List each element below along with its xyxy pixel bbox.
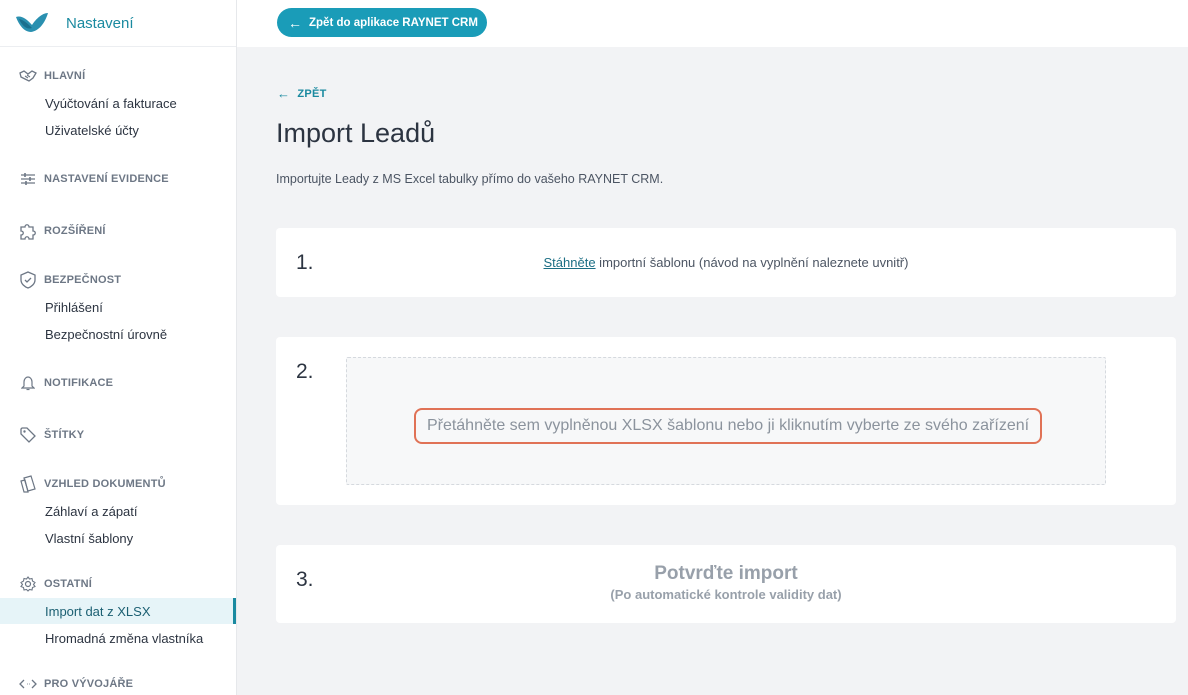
step1-description: importní šablonu (návod na vyplnění nale… [595,255,909,270]
handshake-icon [19,67,37,85]
section-label: NOTIFIKACE [44,377,114,389]
section-label: NASTAVENÍ EVIDENCE [44,173,169,185]
page-description: Importujte Leady z MS Excel tabulky přím… [276,172,664,186]
section-ostatni[interactable]: OSTATNÍ [0,573,92,595]
back-to-app-button[interactable]: ← Zpět do aplikace RAYNET CRM [277,8,487,37]
sidebar-item-import-xlsx[interactable]: Import dat z XLSX [0,598,236,624]
sidebar-item-security-levels[interactable]: Bezpečnostní úrovně [0,321,236,347]
sidebar-item-login[interactable]: Přihlášení [0,294,236,320]
section-notifikace[interactable]: NOTIFIKACE [0,372,113,394]
sliders-icon [19,170,37,188]
section-label: OSTATNÍ [44,578,93,590]
sidebar-item-header-footer[interactable]: Záhlaví a zápatí [0,498,236,524]
section-label: PRO VÝVOJÁŘE [44,678,134,690]
sidebar-title: Nastavení [66,14,134,32]
section-bezpecnost[interactable]: BEZPEČNOST [0,269,121,291]
bell-icon [19,374,37,392]
code-icon [19,675,37,693]
file-dropzone[interactable]: Přetáhněte sem vyplněnou XLSX šablonu ne… [346,357,1106,485]
sidebar-header: Nastavení [0,0,236,47]
sidebar-item-owner-change[interactable]: Hromadná změna vlastníka [0,625,236,651]
confirm-import-button[interactable]: Potvrďte import [276,563,1176,585]
step3-card: 3. Potvrďte import (Po automatické kontr… [276,545,1176,623]
dropzone-text[interactable]: Přetáhněte sem vyplněnou XLSX šablonu ne… [414,408,1042,444]
download-template-link[interactable]: Stáhněte [544,255,596,270]
back-link-label: ZPĚT [297,87,327,100]
section-label: ŠTÍTKY [44,429,85,441]
sidebar-item-billing[interactable]: Vyúčtování a fakturace [0,90,236,116]
section-label: ROZŠÍŘENÍ [44,225,106,237]
step1-card: 1. Stáhněte importní šablonu (návod na v… [276,228,1176,297]
sidebar: Nastavení HLAVNÍ Vyúčtování a fakturace … [0,0,237,695]
puzzle-icon [19,222,37,240]
raynet-logo-icon[interactable] [15,11,49,35]
section-hlavni[interactable]: HLAVNÍ [0,65,85,87]
back-link[interactable]: ← ZPĚT [277,86,327,101]
section-vzhled[interactable]: VZHLED DOKUMENTŮ [0,473,166,495]
step1-text: Stáhněte importní šablonu (návod na vypl… [276,255,1176,270]
section-evidence[interactable]: NASTAVENÍ EVIDENCE [0,168,169,190]
tag-icon [19,426,37,444]
page-title: Import Leadů [276,118,436,148]
step2-card: 2. Přetáhněte sem vyplněnou XLSX šablonu… [276,337,1176,505]
arrow-left-icon: ← [277,86,291,101]
back-to-app-label: Zpět do aplikace RAYNET CRM [309,16,478,29]
section-label: HLAVNÍ [44,70,86,82]
sidebar-item-templates[interactable]: Vlastní šablony [0,525,236,551]
sidebar-item-users[interactable]: Uživatelské účty [0,117,236,143]
section-label: BEZPEČNOST [44,274,122,286]
arrow-left-icon: ← [288,14,302,31]
section-label: VZHLED DOKUMENTŮ [44,478,166,490]
step-number: 2. [296,360,314,383]
gear-icon [19,575,37,593]
shield-icon [19,271,37,289]
documents-icon [19,475,37,493]
section-rozsireni[interactable]: ROZŠÍŘENÍ [0,220,106,242]
confirm-import-subtitle: (Po automatické kontrole validity dat) [610,587,842,602]
topbar: ← Zpět do aplikace RAYNET CRM [237,0,1188,47]
section-vyvojari[interactable]: PRO VÝVOJÁŘE [0,673,133,695]
section-stitky[interactable]: ŠTÍTKY [0,424,84,446]
